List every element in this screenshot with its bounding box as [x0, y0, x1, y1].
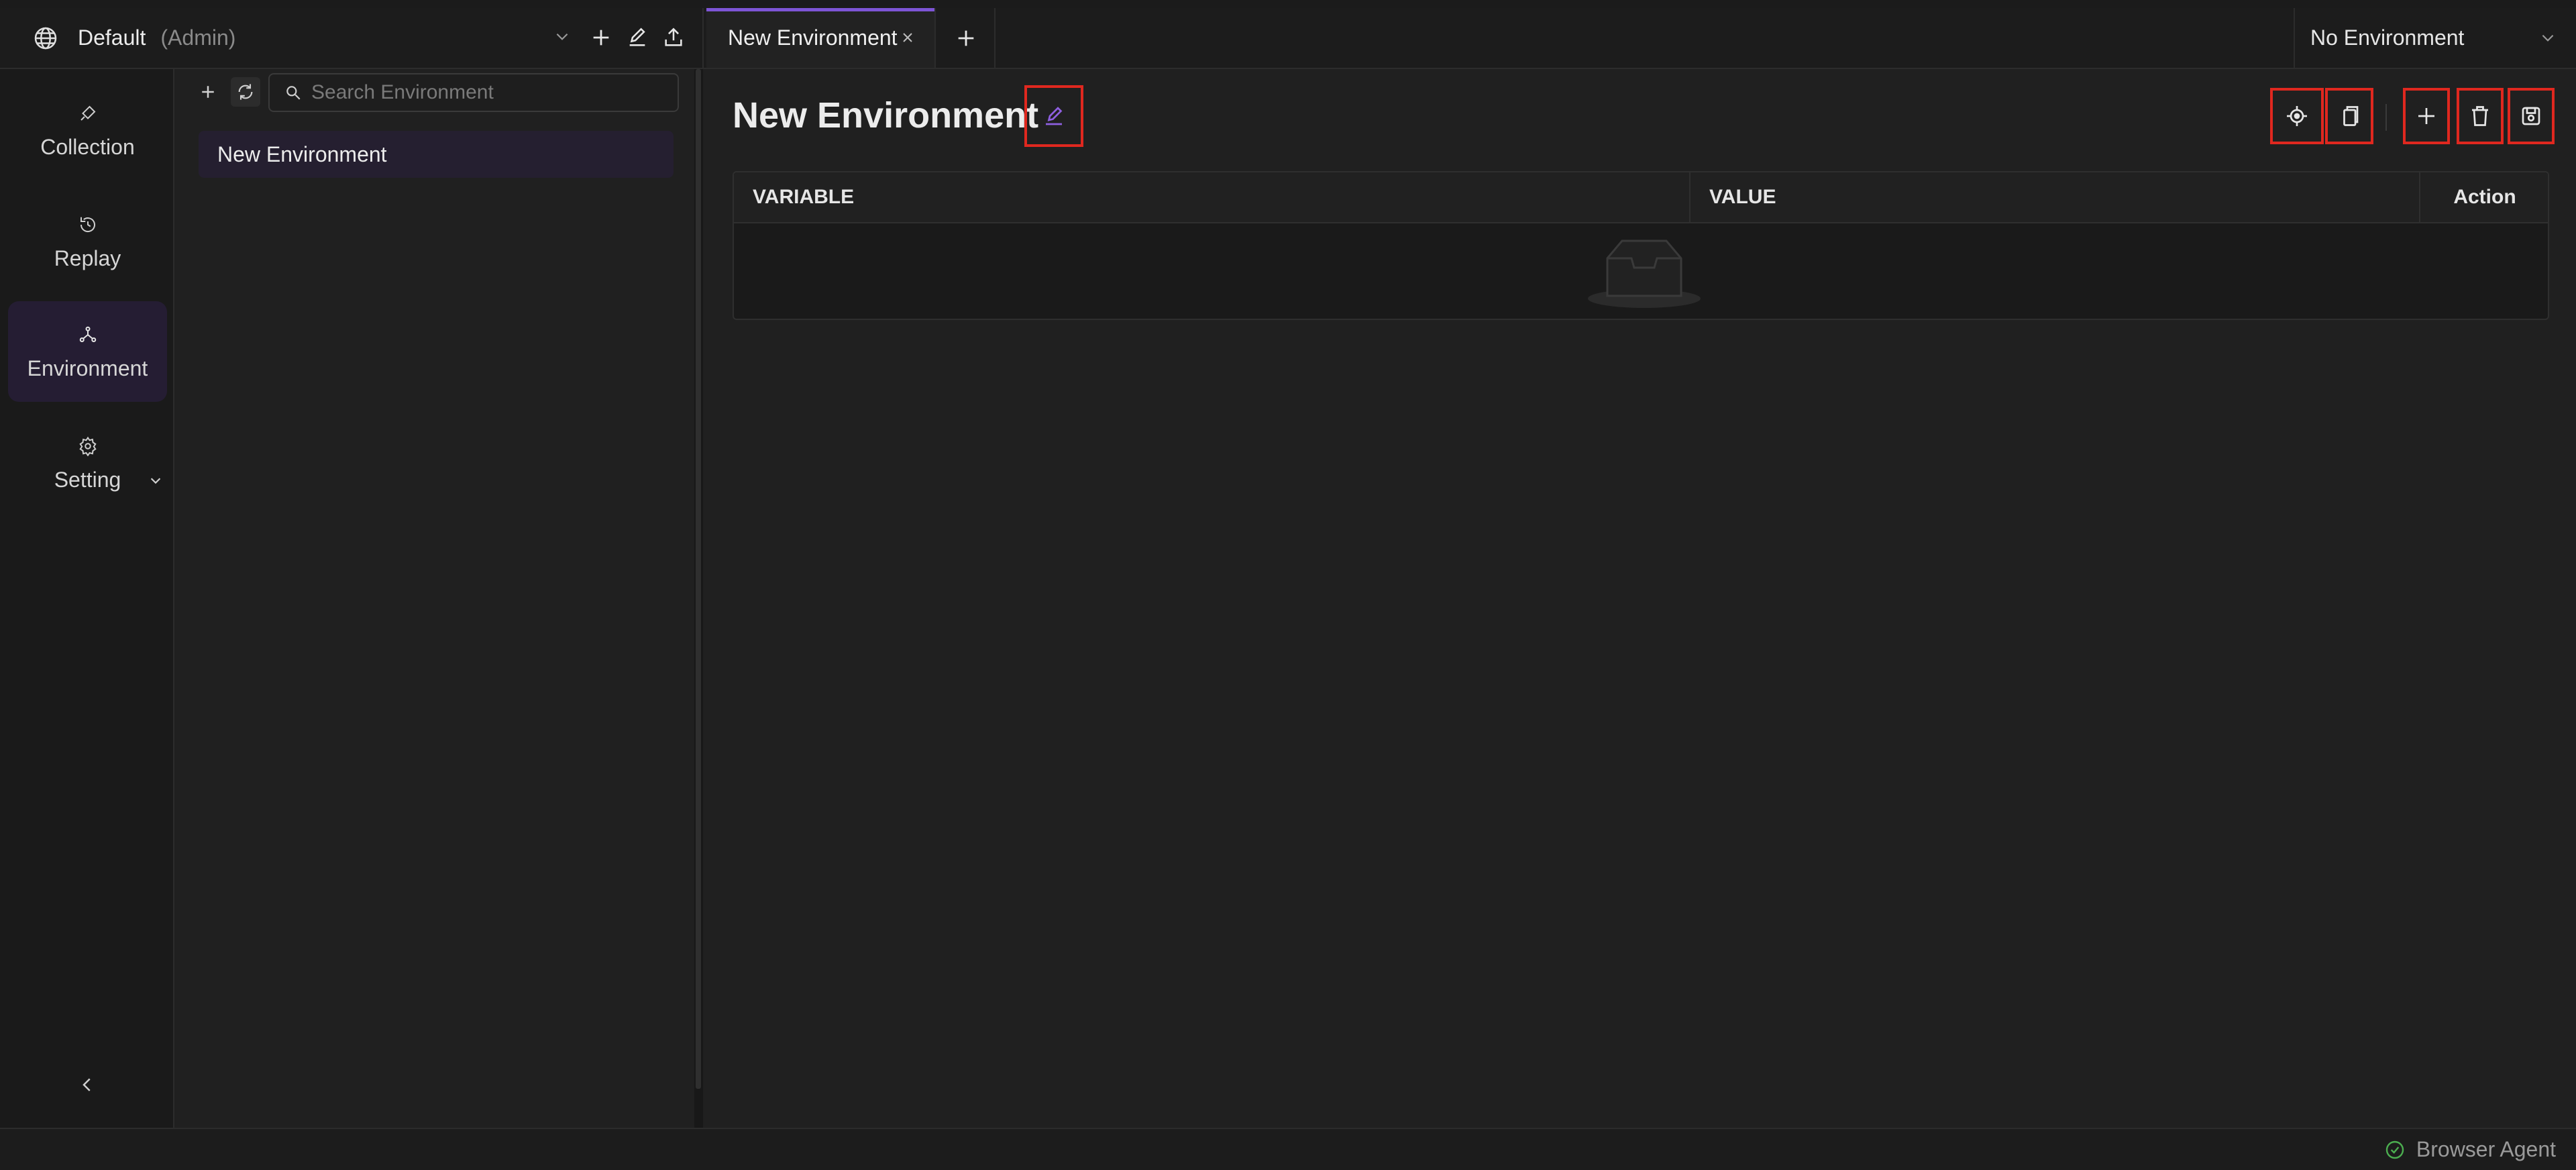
toolbar-divider [2385, 104, 2387, 131]
collection-icon [76, 101, 100, 125]
chevron-down-icon [2534, 24, 2561, 51]
sidebar-item-label: Replay [54, 246, 121, 270]
browser-agent-status[interactable]: Browser Agent [2383, 1137, 2556, 1162]
search-environment-field[interactable] [268, 73, 679, 112]
tab-label: New Environment [728, 25, 898, 50]
workspace-name: Default [78, 25, 146, 50]
list-item[interactable]: New Environment [199, 131, 674, 178]
refresh-button[interactable] [231, 77, 260, 107]
sidebar-item-label: Collection [40, 134, 135, 159]
column-header-action: Action [2419, 172, 2548, 222]
header-bar: Default (Admin) New Environment No Envir… [0, 8, 2576, 69]
close-icon[interactable] [896, 25, 920, 50]
status-bar: Browser Agent [0, 1128, 2576, 1170]
search-input[interactable] [311, 81, 660, 104]
scrollbar[interactable] [696, 69, 701, 1089]
edit-name-button[interactable] [1024, 85, 1083, 147]
trash-icon [2472, 106, 2488, 126]
add-workspace-button[interactable] [586, 23, 616, 52]
search-icon [282, 81, 305, 104]
new-tab-button[interactable] [938, 8, 996, 68]
sidebar-item-setting[interactable]: Setting [8, 413, 167, 513]
target-icon [2287, 106, 2307, 126]
environment-select-value: No Environment [2310, 25, 2465, 50]
edit-workspace-button[interactable] [623, 23, 652, 52]
sidebar-item-environment[interactable]: Environment [8, 301, 167, 402]
chevron-down-icon[interactable] [549, 23, 576, 50]
replay-icon [76, 213, 100, 237]
environment-select[interactable]: No Environment [2294, 8, 2576, 68]
environment-list-panel: New Environment [176, 69, 691, 1128]
workspace-switcher[interactable]: Default (Admin) [0, 8, 704, 68]
save-button[interactable] [2508, 88, 2555, 144]
window-top-edge [0, 0, 2576, 8]
column-header-value: VALUE [1689, 172, 2418, 222]
copy-icon [2343, 106, 2359, 126]
export-workspace-button[interactable] [659, 23, 688, 52]
tab-new-environment[interactable]: New Environment [706, 8, 936, 68]
page-title: New Environment [733, 95, 1039, 136]
sidebar-nav: Collection Replay Environment Setting [0, 69, 174, 1128]
environment-icon [76, 323, 100, 347]
globe-icon [30, 22, 62, 54]
plus-icon [2418, 108, 2434, 124]
add-environment-button[interactable] [193, 77, 223, 107]
check-circle-icon [2383, 1138, 2407, 1162]
add-variable-button[interactable] [2403, 88, 2450, 144]
panel-resize-handle[interactable] [694, 69, 703, 1128]
save-icon [2522, 107, 2540, 125]
app-window: Default (Admin) New Environment No Envir… [0, 0, 2576, 1170]
duplicate-button[interactable] [2325, 88, 2373, 144]
empty-inbox-icon [1587, 231, 1701, 312]
sidebar-item-label: Setting [54, 467, 121, 492]
gear-icon [76, 434, 100, 458]
set-active-button[interactable] [2270, 88, 2324, 144]
column-header-variable: VARIABLE [753, 186, 855, 208]
variables-table: VARIABLE VALUE Action [733, 171, 2549, 320]
sidebar-item-replay[interactable]: Replay [8, 191, 167, 292]
browser-agent-label: Browser Agent [2416, 1137, 2556, 1161]
sidebar-item-collection[interactable]: Collection [8, 80, 167, 180]
sidebar-item-label: Environment [27, 356, 148, 380]
workspace-role: (Admin) [160, 25, 236, 50]
main-content: New Environment VARIABLE VALUE Action [704, 69, 2576, 1128]
pencil-icon [1046, 107, 1063, 125]
environment-name: New Environment [217, 142, 387, 166]
active-tab-indicator [706, 8, 934, 11]
collapse-sidebar-icon[interactable] [74, 1071, 101, 1098]
delete-environment-button[interactable] [2457, 88, 2504, 144]
chevron-down-icon[interactable] [146, 470, 166, 490]
table-header: VARIABLE VALUE Action [734, 172, 2548, 223]
